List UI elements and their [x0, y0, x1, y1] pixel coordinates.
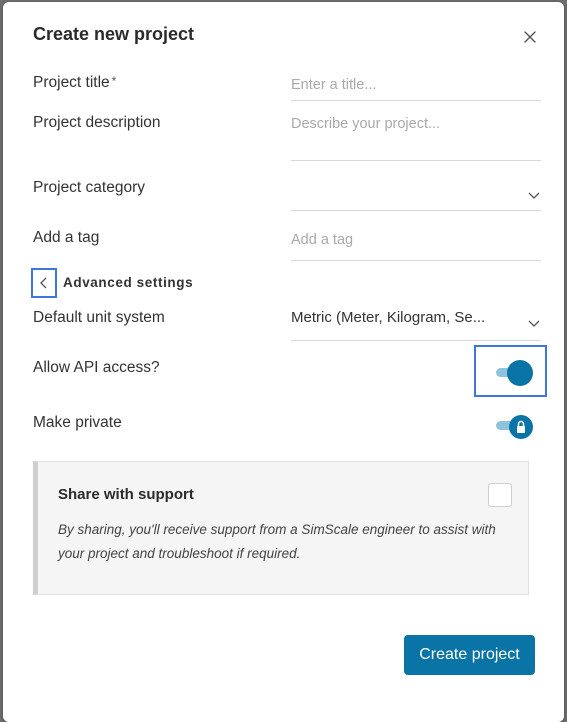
add-tag-input[interactable]	[291, 232, 541, 248]
share-with-support-description: By sharing, you'll receive support from …	[58, 522, 496, 561]
chevron-down-icon	[528, 192, 540, 199]
project-title-field	[291, 76, 541, 101]
share-with-support-checkbox[interactable]	[488, 483, 512, 507]
unit-system-value: Metric (Meter, Kilogram, Se...	[291, 309, 486, 326]
close-button[interactable]	[519, 26, 541, 48]
project-title-label-text: Project title	[33, 74, 110, 91]
chevron-down-icon	[528, 320, 540, 327]
make-private-toggle-knob	[509, 415, 533, 439]
chevron-left-icon	[40, 277, 47, 289]
unit-system-select[interactable]: Metric (Meter, Kilogram, Se...	[291, 309, 541, 341]
add-tag-label: Add a tag	[33, 229, 100, 246]
lock-icon	[517, 420, 525, 433]
project-description-field	[291, 115, 541, 161]
allow-api-access-label: Allow API access?	[33, 359, 160, 376]
project-category-select[interactable]	[291, 178, 541, 211]
dialog-title: Create new project	[33, 24, 195, 44]
share-with-support-title: Share with support	[58, 486, 194, 503]
project-description-input[interactable]	[291, 115, 541, 151]
advanced-settings-label: Advanced settings	[63, 275, 194, 290]
add-tag-field	[291, 231, 541, 261]
project-title-label: Project title *	[33, 74, 116, 92]
create-project-button[interactable]: Create project	[404, 635, 535, 675]
advanced-settings-toggle-button[interactable]	[31, 268, 57, 298]
project-description-label: Project description	[33, 114, 161, 131]
api-access-toggle-knob	[507, 360, 533, 386]
project-title-input[interactable]	[291, 77, 541, 93]
default-unit-system-label: Default unit system	[33, 309, 165, 326]
api-access-toggle[interactable]	[496, 360, 534, 386]
make-private-toggle[interactable]	[496, 415, 534, 439]
close-icon	[524, 31, 536, 43]
create-project-dialog: Create new project Project title* Projec…	[3, 2, 564, 722]
share-with-support-panel: Share with support By sharing, you'll re…	[33, 461, 529, 595]
make-private-label: Make private	[33, 414, 122, 431]
project-category-label: Project category	[33, 179, 145, 196]
required-mark: *	[111, 74, 117, 88]
